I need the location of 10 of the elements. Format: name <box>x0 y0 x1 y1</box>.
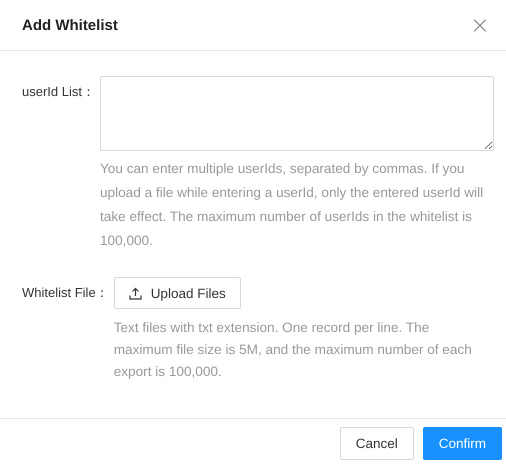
help-text: You can enter multiple userIds, separated by commas. If you upload a file while entering a userId, only the entered userId will take effect. The maximum number of userIds in the whitelist is 100,000. <box>100 160 484 250</box>
help-text: Text files with txt extension. One record per line. The maximum file size is 5M, and the maximum number of each export is 100,000. <box>114 319 473 381</box>
field-label: userId List： <box>22 83 95 101</box>
field-label: Whitelist File： <box>22 284 109 302</box>
dialog-title: Add Whitelist <box>22 16 118 34</box>
cancel-button[interactable]: Cancel <box>340 426 414 460</box>
upload-button[interactable]: Upload Files <box>114 277 241 309</box>
upload-icon <box>128 286 142 300</box>
userid-input[interactable] <box>100 76 494 151</box>
close-button[interactable]: × <box>466 13 494 37</box>
